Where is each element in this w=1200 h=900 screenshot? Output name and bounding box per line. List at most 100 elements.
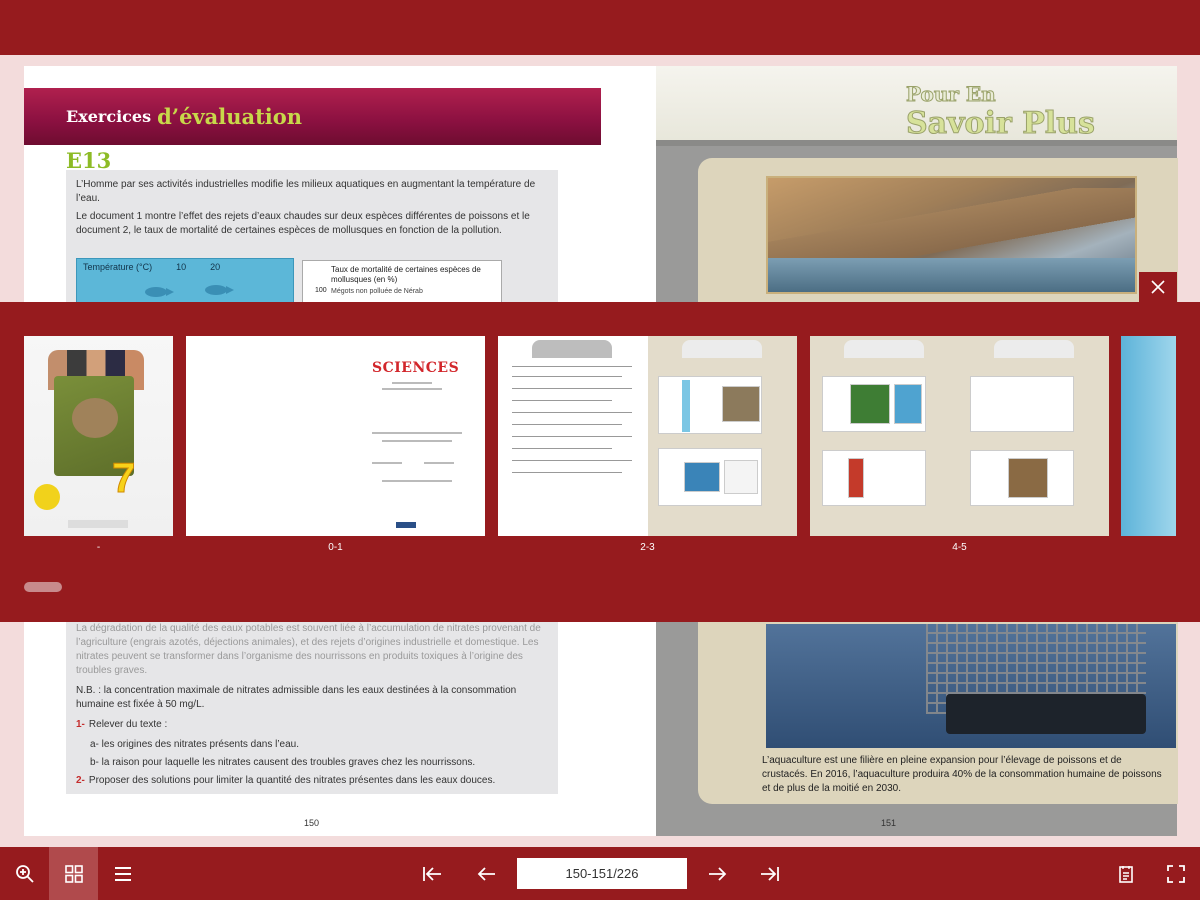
left-page-number: 150 <box>304 818 320 828</box>
mini-photo <box>850 384 890 424</box>
right-page-number: 151 <box>881 818 897 828</box>
mini-blue-bar <box>682 380 690 432</box>
last-page-icon <box>760 866 779 881</box>
thumbnail-scroll-handle[interactable] <box>24 582 62 592</box>
doc1-header: Température (°C) 10 20 <box>77 259 293 275</box>
exercise-questions-box: La dégradation de la qualité des eaux po… <box>66 622 558 794</box>
question-1b: b- la raison pour laquelle les nitrates … <box>90 757 476 768</box>
lower-paragraph: La dégradation de la qualité des eaux po… <box>76 623 541 676</box>
list-icon <box>114 866 131 881</box>
thumbnail-partial-next[interactable] <box>1121 336 1176 536</box>
prev-page-button[interactable] <box>461 847 510 900</box>
banner-title-part1: Exercices <box>66 107 152 126</box>
thumbnail-label: 2-3 <box>640 542 655 553</box>
savoir-header: Pour En Savoir Plus <box>656 66 1177 146</box>
doc1-value-2: 20 <box>210 262 221 272</box>
doc2-legend: Mégots non polluée de Nérab <box>331 288 423 295</box>
outline-button[interactable] <box>98 847 147 900</box>
intro-paragraph-2: Le document 1 montre l’effet des rejets … <box>76 211 530 236</box>
boat-hull <box>946 694 1146 734</box>
close-icon <box>1151 280 1165 294</box>
bottom-toolbar <box>0 847 1200 900</box>
text-line <box>424 462 454 464</box>
thumbnail-label: 0-1 <box>328 542 343 553</box>
top-bar <box>0 0 1200 55</box>
thumbnails-button[interactable] <box>49 847 98 900</box>
aquaculture-caption: L’aquaculture est une filière en pleine … <box>762 755 1162 794</box>
mini-photo <box>684 462 720 492</box>
lake-photo <box>766 176 1137 294</box>
text-line <box>382 440 452 442</box>
cover-badge-icon <box>34 484 60 510</box>
intro-paragraph-1: L’Homme par ses activités industrielles … <box>76 179 536 204</box>
lake-water <box>768 258 1135 292</box>
text-line <box>512 448 612 449</box>
thumbnail-label: - <box>96 542 101 553</box>
banner-title-part2: d’évaluation <box>157 104 303 129</box>
mini-card <box>822 450 926 506</box>
doc2-axis-tick: 100 <box>315 287 327 294</box>
aquaculture-photo <box>766 624 1176 748</box>
zoom-button[interactable] <box>0 847 49 900</box>
thumbnail-label: 4-5 <box>952 542 967 553</box>
text-line <box>372 432 462 434</box>
mini-page-panel <box>648 336 797 536</box>
sciences-title: SCIENCES <box>372 360 460 376</box>
next-page-icon <box>708 866 726 881</box>
text-line <box>382 388 442 390</box>
doc1-temperature-label: Température (°C) <box>83 262 153 272</box>
prev-page-icon <box>477 866 495 881</box>
grid-icon <box>64 864 83 883</box>
question-2-number: 2- <box>76 775 85 786</box>
mini-tab <box>532 340 612 358</box>
question-2: 2- Proposer des solutions pour limiter la… <box>76 774 548 788</box>
text-line <box>372 462 402 464</box>
question-1a: a- les origines des nitrates présents da… <box>90 739 300 750</box>
fullscreen-button[interactable] <box>1151 847 1200 900</box>
text-line <box>512 472 622 473</box>
thumbnail-pages-4-5[interactable] <box>810 336 1109 536</box>
publisher-logo <box>396 522 416 528</box>
notes-button[interactable] <box>1101 847 1150 900</box>
question-1: 1- Relever du texte : <box>76 718 548 732</box>
first-page-icon <box>422 866 441 881</box>
thumbnail-cover[interactable]: 7 <box>24 336 173 536</box>
notes-icon <box>1118 865 1133 883</box>
mountain-shape <box>768 188 1135 258</box>
close-thumbnails-button[interactable] <box>1139 272 1177 302</box>
doc1-value-1: 10 <box>176 262 187 272</box>
fish-icon <box>145 287 174 297</box>
thumbnail-pages-0-1[interactable]: SCIENCES <box>186 336 485 536</box>
text-line <box>512 400 612 401</box>
last-page-button[interactable] <box>745 847 794 900</box>
text-line <box>512 366 632 367</box>
thumbnail-strip[interactable]: 7 - SCIENCES 0-1 2-3 4-5 <box>0 302 1200 622</box>
mini-photo <box>1008 458 1048 498</box>
text-line <box>512 460 632 461</box>
exercise-intro-box: L’Homme par ses activités industrielles … <box>66 170 558 304</box>
cover-grade-number: 7 <box>111 454 136 502</box>
mini-photo <box>848 458 864 498</box>
first-page-button[interactable] <box>407 847 456 900</box>
savoir-title: Pour En Savoir Plus <box>906 82 1096 142</box>
doc2-title: Taux de mortalité de certaines espèces d… <box>331 265 481 284</box>
thumbnail-pages-2-3[interactable] <box>498 336 797 536</box>
mini-photo <box>722 386 760 422</box>
mini-photo <box>724 460 758 494</box>
text-line <box>392 382 432 384</box>
mini-card <box>970 376 1074 432</box>
question-1-number: 1- <box>76 719 85 730</box>
text-line <box>512 376 622 377</box>
text-line <box>512 436 632 437</box>
text-line <box>512 424 622 425</box>
savoir-title-line2: Savoir Plus <box>906 106 1096 142</box>
page-number-input[interactable] <box>517 858 687 889</box>
savoir-title-line1: Pour En <box>906 82 997 107</box>
fish-icon <box>205 285 234 295</box>
cover-publisher-logo <box>68 520 128 528</box>
next-page-button[interactable] <box>693 847 742 900</box>
mini-photo <box>894 384 922 424</box>
text-line <box>512 412 632 413</box>
mini-tab <box>682 340 762 358</box>
mini-tab <box>844 340 924 358</box>
